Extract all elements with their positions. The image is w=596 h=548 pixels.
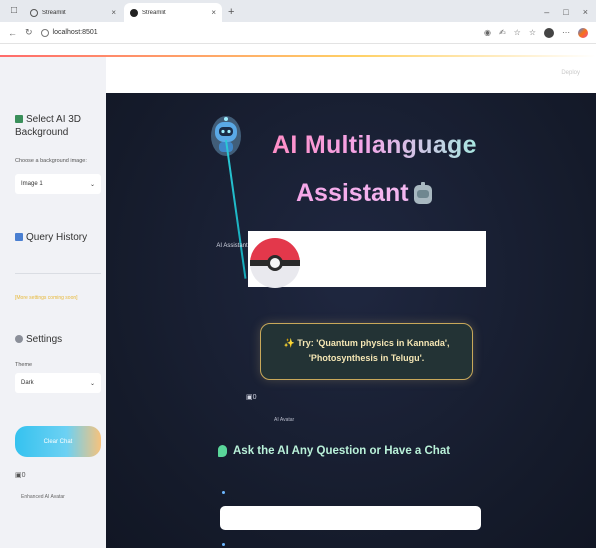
- url-field[interactable]: localhost:8501: [40, 28, 98, 37]
- browser-tab-1[interactable]: Streamlit ×: [24, 3, 122, 22]
- ai-assistant-label: AI Assistant: [216, 243, 248, 249]
- new-tab-button[interactable]: +: [228, 6, 234, 18]
- tab-actions-icon[interactable]: □: [7, 4, 21, 18]
- chevron-down-icon: ⌄: [89, 181, 95, 188]
- browser-toolbar: ◉ ✍ ☆ ☆ ⋯: [484, 27, 588, 38]
- sidebar-divider: [15, 273, 101, 274]
- url-text: localhost:8501: [52, 29, 98, 36]
- ai-avatar-caption: AI Avatar: [274, 417, 295, 423]
- clear-chat-label: Clear Chat: [43, 438, 73, 445]
- sidebar-settings-heading: Settings: [15, 333, 62, 346]
- sidebar-bg-heading: Select AI 3D Background: [15, 114, 82, 138]
- broken-image-icon: ▣0: [246, 394, 257, 401]
- sidebar: Select AI 3D Background Choose a backgro…: [0, 57, 106, 548]
- theme-label: Theme: [15, 362, 33, 368]
- main-content: AI Multilanguage Assistant AI Assistant …: [106, 93, 596, 548]
- bg-select-value: Image 1: [21, 181, 43, 187]
- clear-chat-button[interactable]: Clear Chat: [15, 426, 101, 457]
- pokeball-image: [250, 238, 300, 288]
- favorites-icon[interactable]: ☆: [514, 28, 521, 37]
- more-icon[interactable]: ⋯: [562, 28, 570, 37]
- streamlit-favicon: [30, 8, 38, 17]
- browser-tab-strip: □ Streamlit × Streamlit × + – □ ×: [0, 0, 596, 22]
- copilot-icon[interactable]: [578, 27, 588, 38]
- robot-icon: [414, 182, 432, 204]
- address-bar: ← ↻ localhost:8501 ◉ ✍ ☆ ☆ ⋯: [0, 22, 596, 44]
- collections-icon[interactable]: ☆: [529, 28, 536, 37]
- chat-marker: [222, 543, 225, 546]
- theme-select-value: Dark: [21, 380, 34, 386]
- tab-title: Streamlit: [142, 9, 166, 16]
- profile-avatar[interactable]: [544, 27, 554, 38]
- translate-icon[interactable]: ✍: [499, 28, 506, 37]
- settings-note: [More settings coming soon]: [15, 295, 78, 301]
- ask-heading: Ask the AI Any Question or Have a Chat: [218, 445, 450, 457]
- restore-icon[interactable]: □: [563, 7, 568, 17]
- read-aloud-icon[interactable]: ◉: [484, 28, 491, 37]
- window-controls: – □ ×: [544, 7, 596, 17]
- leaf-icon: [218, 445, 227, 457]
- streamlit-favicon: [130, 8, 138, 17]
- chat-marker: [222, 491, 225, 494]
- page-title-line-1: AI Multilanguage: [272, 131, 477, 159]
- image-icon: [15, 115, 23, 124]
- close-window-icon[interactable]: ×: [583, 7, 588, 17]
- close-tab-icon[interactable]: ×: [211, 8, 216, 17]
- deploy-button[interactable]: Deploy: [561, 70, 580, 76]
- browser-tab-2[interactable]: Streamlit ×: [124, 3, 222, 22]
- try-suggestion-box: ✨ Try: 'Quantum physics in Kannada', 'Ph…: [260, 323, 473, 380]
- back-icon[interactable]: ←: [8, 28, 17, 38]
- broken-image-icon: ▣0: [15, 472, 26, 479]
- sidebar-avatar-caption: Enhanced AI Avatar: [21, 494, 65, 500]
- chevron-down-icon: ⌄: [89, 380, 95, 387]
- close-tab-icon[interactable]: ×: [111, 8, 116, 17]
- info-icon[interactable]: [40, 28, 49, 37]
- reload-icon[interactable]: ↻: [25, 27, 33, 38]
- sidebar-history-heading: Query History: [15, 231, 87, 244]
- gear-icon: [15, 335, 23, 344]
- minimize-icon[interactable]: –: [544, 7, 549, 17]
- theme-select[interactable]: Dark ⌄: [15, 373, 101, 393]
- page-title-line-2: Assistant: [296, 179, 409, 207]
- bg-select[interactable]: Image 1 ⌄: [15, 174, 101, 194]
- tab-title: Streamlit: [42, 9, 66, 16]
- app-header: Deploy: [106, 57, 596, 93]
- chat-input[interactable]: [220, 506, 481, 530]
- books-icon: [15, 233, 23, 242]
- bg-select-label: Choose a background image:: [15, 158, 87, 164]
